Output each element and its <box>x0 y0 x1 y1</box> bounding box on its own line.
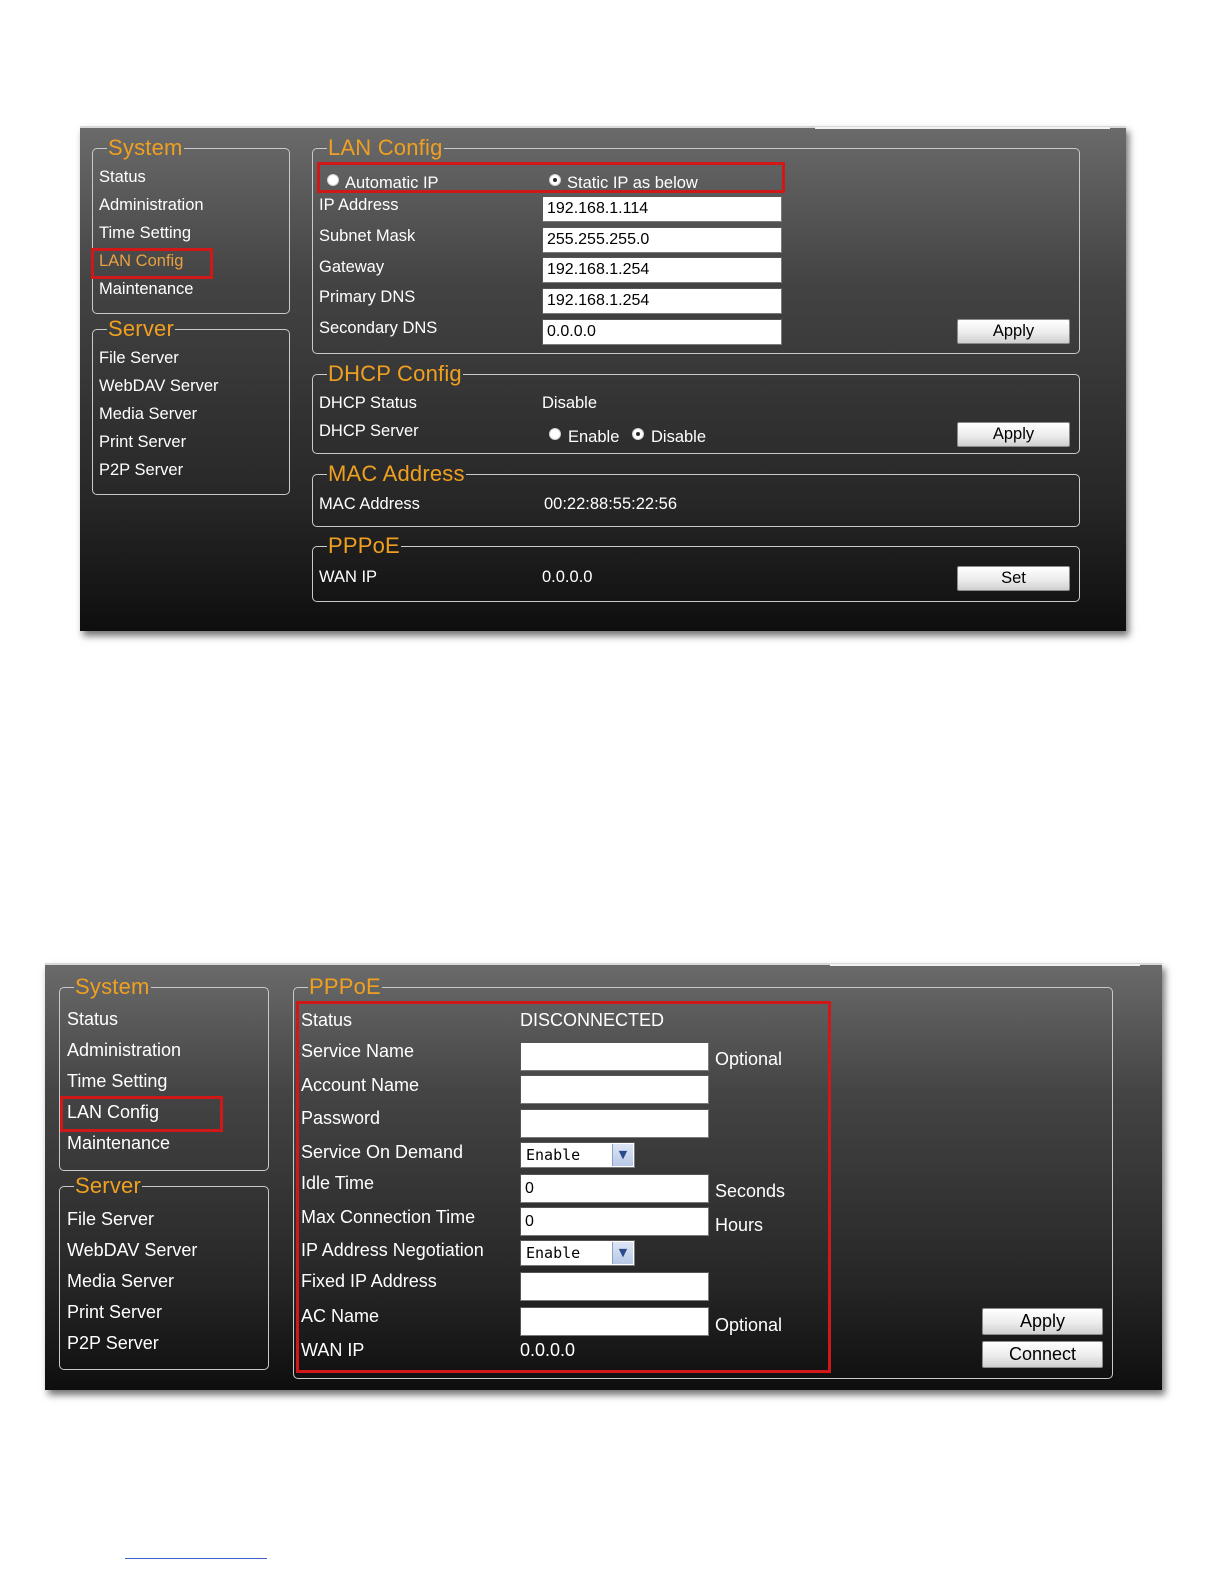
account-name-input[interactable] <box>520 1075 709 1104</box>
nav-print-server[interactable]: Print Server <box>99 432 186 452</box>
nav-administration[interactable]: Administration <box>67 1040 181 1060</box>
pppoe-apply-button[interactable]: Apply <box>982 1308 1103 1335</box>
nav-media-server[interactable]: Media Server <box>67 1271 174 1291</box>
pppoe-status-value: DISCONNECTED <box>520 1010 665 1030</box>
mac-address-label: MAC Address <box>319 495 420 513</box>
fixed-ip-address-label: Fixed IP Address <box>301 1271 437 1291</box>
ac-name-optional-hint: Optional <box>715 1315 783 1335</box>
chevron-down-icon: ▼ <box>612 1144 633 1166</box>
subnet-mask-input[interactable] <box>542 227 782 253</box>
pppoe-title: PPPoE <box>309 974 381 999</box>
top-edge-highlight <box>815 127 1110 129</box>
lan-config-title: LAN Config <box>328 135 443 160</box>
nav-status[interactable]: Status <box>99 167 146 187</box>
server-menu-title: Server <box>108 316 174 341</box>
gateway-input[interactable] <box>542 257 782 283</box>
fixed-ip-address-input[interactable] <box>520 1272 709 1301</box>
static-ip-radio[interactable] <box>549 174 561 186</box>
mac-address-value: 00:22:88:55:22:56 <box>544 495 678 513</box>
nav-lan-config[interactable]: LAN Config <box>67 1102 159 1122</box>
nav-webdav-server[interactable]: WebDAV Server <box>67 1240 197 1260</box>
password-label: Password <box>301 1108 381 1128</box>
idle-time-label: Idle Time <box>301 1173 375 1193</box>
service-on-demand-select[interactable]: Enable ▼ <box>520 1142 635 1168</box>
ip-address-negotiation-select[interactable]: Enable ▼ <box>520 1240 635 1266</box>
nav-file-server[interactable]: File Server <box>99 348 179 368</box>
ac-name-input[interactable] <box>520 1307 709 1336</box>
pppoe-config-screenshot: System Status Administration Time Settin… <box>45 963 1162 1390</box>
account-name-label: Account Name <box>301 1075 420 1095</box>
primary-dns-input[interactable] <box>542 288 782 314</box>
link-underline <box>125 1558 267 1559</box>
primary-dns-label: Primary DNS <box>319 288 416 306</box>
idle-time-input[interactable] <box>520 1174 709 1203</box>
max-connection-time-unit: Hours <box>715 1215 764 1235</box>
mac-address-section: MAC Address <box>312 462 1080 527</box>
dhcp-disable-label: Disable <box>651 428 707 446</box>
service-on-demand-label: Service On Demand <box>301 1142 464 1162</box>
nav-maintenance[interactable]: Maintenance <box>99 279 193 299</box>
ac-name-label: AC Name <box>301 1306 380 1326</box>
dhcp-config-title: DHCP Config <box>328 361 462 386</box>
automatic-ip-label: Automatic IP <box>345 174 439 192</box>
dhcp-server-label: DHCP Server <box>319 422 419 440</box>
pppoe-title: PPPoE <box>328 533 400 558</box>
ip-address-negotiation-label: IP Address Negotiation <box>301 1240 484 1260</box>
pppoe-status-label: Status <box>301 1010 353 1030</box>
subnet-mask-label: Subnet Mask <box>319 227 416 245</box>
dhcp-apply-button[interactable]: Apply <box>957 422 1070 447</box>
automatic-ip-radio[interactable] <box>327 174 339 186</box>
wan-ip-value: 0.0.0.0 <box>542 568 593 586</box>
static-ip-label: Static IP as below <box>567 174 698 192</box>
dhcp-status-label: DHCP Status <box>319 394 417 412</box>
service-name-label: Service Name <box>301 1041 415 1061</box>
ip-address-negotiation-value: Enable <box>526 1244 581 1262</box>
wan-ip-label: WAN IP <box>319 568 378 586</box>
dhcp-disable-radio[interactable] <box>632 428 644 440</box>
service-name-optional-hint: Optional <box>715 1049 783 1069</box>
secondary-dns-label: Secondary DNS <box>319 319 438 337</box>
nav-maintenance[interactable]: Maintenance <box>67 1133 170 1153</box>
nav-webdav-server[interactable]: WebDAV Server <box>99 376 219 396</box>
top-edge-highlight <box>830 964 1140 966</box>
password-input[interactable] <box>520 1109 709 1138</box>
max-connection-time-input[interactable] <box>520 1207 709 1236</box>
nav-lan-config[interactable]: LAN Config <box>99 251 183 271</box>
wan-ip-value: 0.0.0.0 <box>520 1340 576 1360</box>
system-menu-title: System <box>108 135 183 160</box>
ip-address-input[interactable] <box>542 196 782 222</box>
chevron-down-icon: ▼ <box>612 1242 633 1264</box>
ip-address-label: IP Address <box>319 196 399 214</box>
mac-address-title: MAC Address <box>328 461 465 486</box>
pppoe-set-button[interactable]: Set <box>957 566 1070 591</box>
server-menu-title: Server <box>75 1173 141 1198</box>
nav-administration[interactable]: Administration <box>99 195 204 215</box>
nav-print-server[interactable]: Print Server <box>67 1302 162 1322</box>
nav-time-setting[interactable]: Time Setting <box>67 1071 167 1091</box>
lan-config-screenshot: System Status Administration Time Settin… <box>80 126 1126 631</box>
nav-time-setting[interactable]: Time Setting <box>99 223 191 243</box>
secondary-dns-input[interactable] <box>542 319 782 345</box>
system-menu-title: System <box>75 974 150 999</box>
service-on-demand-value: Enable <box>526 1146 581 1164</box>
nav-status[interactable]: Status <box>67 1009 118 1029</box>
max-connection-time-label: Max Connection Time <box>301 1207 476 1227</box>
wan-ip-label: WAN IP <box>301 1340 365 1360</box>
pppoe-connect-button[interactable]: Connect <box>982 1341 1103 1368</box>
nav-file-server[interactable]: File Server <box>67 1209 154 1229</box>
dhcp-status-value: Disable <box>542 394 598 412</box>
dhcp-enable-label: Enable <box>568 428 620 446</box>
nav-media-server[interactable]: Media Server <box>99 404 197 424</box>
lan-apply-button[interactable]: Apply <box>957 319 1070 344</box>
service-name-input[interactable] <box>520 1042 709 1071</box>
gateway-label: Gateway <box>319 258 385 276</box>
nav-p2p-server[interactable]: P2P Server <box>67 1333 159 1353</box>
idle-time-unit: Seconds <box>715 1181 786 1201</box>
dhcp-enable-radio[interactable] <box>549 428 561 440</box>
nav-p2p-server[interactable]: P2P Server <box>99 460 183 480</box>
